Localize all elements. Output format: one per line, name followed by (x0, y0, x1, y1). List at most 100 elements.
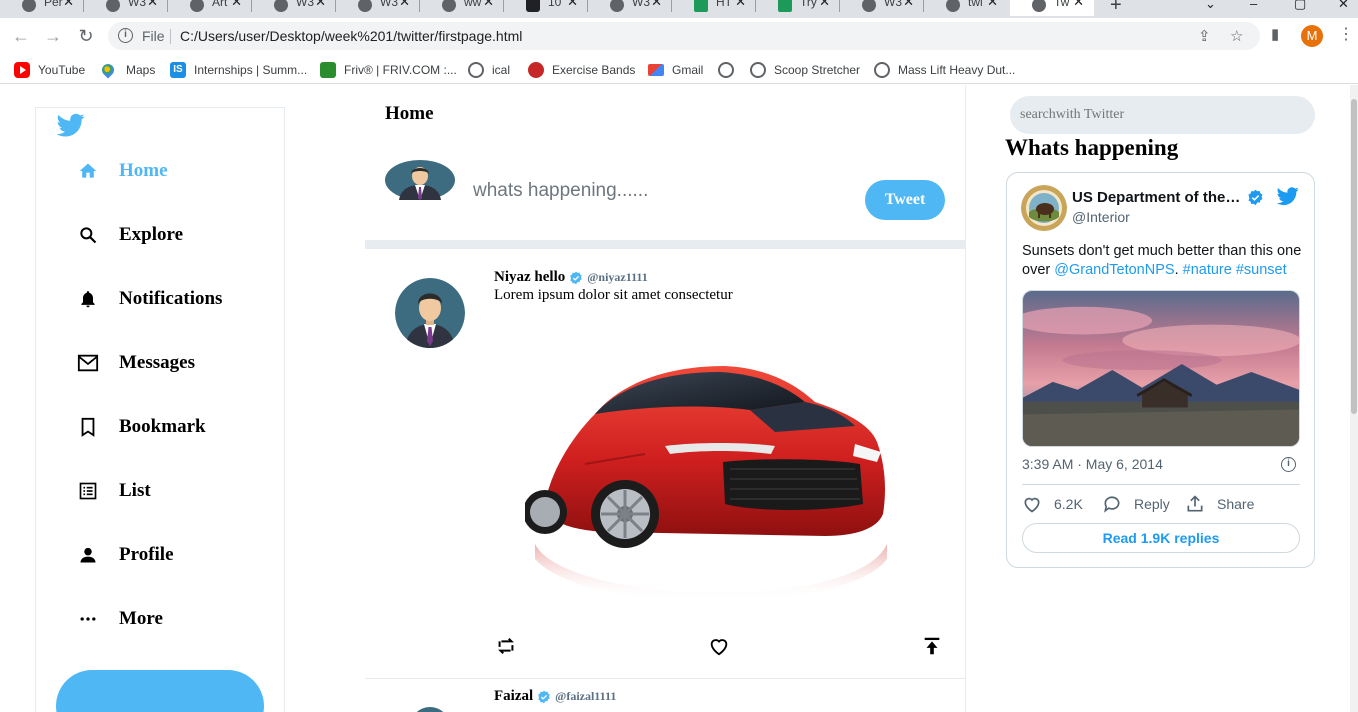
embed-text: Sunsets don't get much better than this … (1022, 242, 1307, 280)
globe-icon (442, 0, 456, 12)
sidebar-item-label: Messages (119, 352, 195, 373)
address-bar[interactable]: i File C:/Users/user/Desktop/week%201/tw… (108, 22, 1260, 50)
bookmark-youtube[interactable]: YouTube (14, 60, 85, 80)
bookmark-gmail[interactable]: Gmail (648, 60, 703, 80)
scrollbar[interactable] (1350, 85, 1358, 712)
close-icon[interactable]: ✕ (483, 0, 494, 10)
share-icon[interactable]: ⇪ (1198, 27, 1211, 45)
embed-handle[interactable]: @Interior (1072, 209, 1130, 225)
browser-tab[interactable]: Art ✕ (168, 0, 252, 16)
interior-seal-avatar[interactable] (1021, 185, 1067, 231)
compose-input[interactable]: whats happening...... (473, 180, 773, 202)
embed-share-button[interactable]: Share (1185, 493, 1254, 515)
sidebar-item-label: List (119, 480, 151, 501)
forward-arrow-icon[interactable]: → (42, 25, 64, 47)
sidebar-item-notifications[interactable]: Notifications (77, 281, 222, 317)
browser-tab[interactable]: W3 ✕ (840, 0, 924, 16)
embed-hashtag-link[interactable]: #nature (1183, 262, 1232, 278)
bookmark-maps[interactable]: Maps (99, 60, 155, 80)
window-close-icon[interactable]: ✕ (1338, 0, 1349, 12)
post-avatar[interactable] (395, 278, 465, 348)
close-icon[interactable]: ✕ (903, 0, 914, 10)
embed-like-button[interactable]: 6.2K (1022, 493, 1083, 515)
sidebar-item-bookmark[interactable]: Bookmark (77, 409, 206, 445)
back-arrow-icon[interactable]: ← (10, 25, 32, 47)
close-icon[interactable]: ✕ (399, 0, 410, 10)
sidebar-item-messages[interactable]: Messages (77, 345, 195, 381)
sidebar-item-list[interactable]: List (77, 473, 151, 509)
sidebar-item-explore[interactable]: Explore (77, 217, 183, 253)
bookmark-ical[interactable]: ical (468, 60, 510, 80)
share-upload-icon[interactable] (921, 635, 943, 657)
bookmark-scoop-stretcher[interactable]: Scoop Stretcher (750, 60, 860, 80)
retweet-icon[interactable] (495, 635, 517, 657)
verified-badge-icon (538, 690, 550, 703)
info-icon[interactable]: i (1281, 457, 1296, 472)
maximize-icon[interactable]: ▢ (1294, 0, 1306, 12)
browser-tab[interactable]: ww ✕ (420, 0, 504, 16)
reload-icon[interactable]: ↻ (75, 25, 97, 47)
heart-icon (1024, 497, 1040, 513)
bookmark-exercise-bands[interactable]: Exercise Bands (528, 60, 635, 80)
close-icon[interactable]: ✕ (231, 0, 242, 10)
profile-avatar[interactable]: M (1301, 25, 1323, 47)
embed-reply-button[interactable]: Reply (1102, 493, 1170, 515)
sidebar-item-profile[interactable]: Profile (77, 537, 174, 573)
address-url[interactable]: C:/Users/user/Desktop/week%201/twitter/f… (180, 28, 522, 44)
bookmark-internships[interactable]: IS Internships | Summ... (170, 60, 307, 80)
browser-tab[interactable]: HT ✕ (672, 0, 756, 16)
browser-tab-active[interactable]: Tw ✕ (1010, 0, 1094, 16)
post-author-name: Faizal (494, 688, 534, 704)
info-icon[interactable]: i (118, 28, 133, 43)
share-icon (1187, 495, 1203, 512)
close-icon[interactable]: ✕ (819, 0, 830, 10)
post-author[interactable]: Niyaz hello @niyaz1111 (494, 269, 648, 286)
bookmark-label: YouTube (38, 63, 86, 77)
close-icon[interactable]: ✕ (63, 0, 74, 10)
bookmark-untitled[interactable] (718, 60, 742, 80)
browser-tab[interactable]: W3 ✕ (252, 0, 336, 16)
embed-photo[interactable] (1022, 290, 1300, 447)
browser-tab[interactable]: twi ✕ (924, 0, 1008, 16)
embedded-tweet[interactable]: US Department of the Interior @Interior … (1006, 172, 1315, 568)
browser-tab[interactable]: W3 ✕ (336, 0, 420, 16)
side-panel-icon[interactable]: ▮ (1271, 25, 1279, 43)
sidebar-item-label: Explore (119, 224, 184, 245)
browser-tab[interactable]: 10 ✕ (504, 0, 588, 16)
browser-tab[interactable]: W3 ✕ (588, 0, 672, 16)
bookmark-friv[interactable]: Friv® | FRIV.COM :... (320, 60, 457, 80)
close-icon[interactable]: ✕ (567, 0, 578, 10)
kebab-menu-icon[interactable]: ⋮ (1338, 24, 1354, 44)
post-image[interactable] (525, 354, 895, 624)
search-input[interactable] (1010, 96, 1315, 134)
bookmark-mass-lift[interactable]: Mass Lift Heavy Dut... (874, 60, 1015, 80)
close-icon[interactable]: ✕ (735, 0, 746, 10)
post-avatar[interactable] (410, 707, 450, 712)
post-author[interactable]: Faizal @faizal1111 (494, 688, 616, 705)
embed-author-name[interactable]: US Department of the Interior (1072, 189, 1242, 206)
embed-timestamp[interactable]: 3:39 AM · May 6, 2014 (1022, 456, 1163, 472)
close-icon[interactable]: ✕ (1073, 0, 1084, 10)
read-replies-button[interactable]: Read 1.9K replies (1022, 523, 1300, 553)
star-icon[interactable]: ☆ (1230, 27, 1243, 45)
close-icon[interactable]: ✕ (987, 0, 998, 10)
compose-tweet-button[interactable]: Tweet (865, 180, 945, 220)
like-heart-icon[interactable] (708, 635, 730, 657)
sidebar-item-more[interactable]: More (77, 601, 163, 637)
embed-hashtag-link[interactable]: #sunset (1236, 262, 1287, 278)
twitter-bird-icon[interactable] (1276, 185, 1300, 207)
minimize-icon[interactable]: – (1250, 0, 1257, 11)
tab-search-icon[interactable]: ⌄ (1205, 0, 1216, 12)
close-icon[interactable]: ✕ (147, 0, 158, 10)
browser-tab[interactable]: Try ✕ (756, 0, 840, 16)
sidebar-item-home[interactable]: Home (77, 153, 168, 189)
scrollbar-thumb[interactable] (1351, 99, 1357, 414)
close-icon[interactable]: ✕ (315, 0, 326, 10)
sidebar-tweet-button[interactable]: Tweet (56, 670, 264, 712)
browser-tab[interactable]: Per ✕ (0, 0, 84, 16)
close-icon[interactable]: ✕ (651, 0, 662, 10)
embed-mention-link[interactable]: @GrandTetonNPS (1054, 262, 1174, 278)
twitter-bird-icon[interactable] (55, 111, 87, 139)
browser-tab[interactable]: W3 ✕ (84, 0, 168, 16)
new-tab-icon[interactable]: + (1110, 0, 1122, 17)
